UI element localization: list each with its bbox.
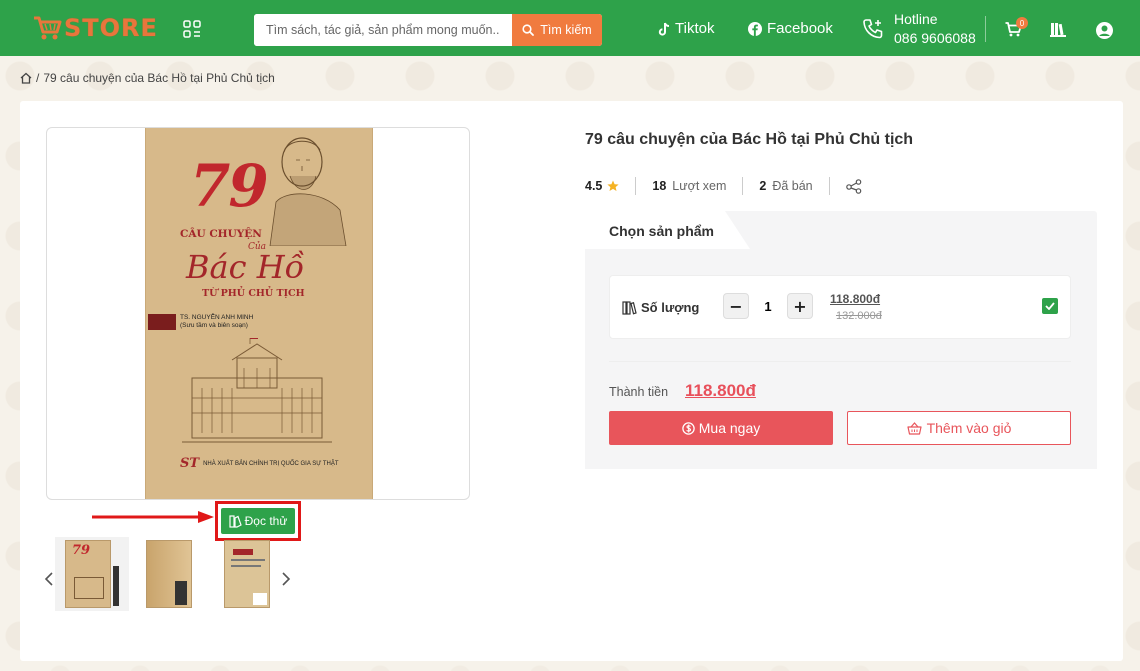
cover-author-name: TS. NGUYỄN ANH MINH <box>180 314 254 321</box>
search-icon <box>522 24 535 36</box>
basket-icon <box>906 421 922 435</box>
rating-value: 4.5 <box>585 179 603 193</box>
book-cover: 79 CÂU CHUYỆN Của Bác Hồ TỪ PHỦ CHỦ TỊCH… <box>145 128 373 499</box>
cover-line1: CÂU CHUYỆN <box>180 228 262 240</box>
chevron-right-icon[interactable] <box>281 571 291 587</box>
cart-count-badge: 0 <box>1016 17 1028 29</box>
read-try-highlight: Đọc thử <box>215 501 301 541</box>
book-open-icon <box>229 514 242 528</box>
add-to-cart-label: Thêm vào giỏ <box>926 420 1012 436</box>
search-input[interactable] <box>254 14 512 46</box>
presidential-palace-illustration <box>182 338 332 443</box>
top-header: STORE Tìm kiếm Tiktok Facebook <box>0 0 1140 56</box>
search-button[interactable]: Tìm kiếm <box>512 14 602 46</box>
account-button[interactable] <box>1096 22 1113 44</box>
cover-publisher: ST NHÀ XUẤT BẢN CHÍNH TRỊ QUỐC GIA SỰ TH… <box>180 456 339 471</box>
hotline[interactable]: Hotline 086 9606088 <box>862 10 976 48</box>
breadcrumb-separator: / <box>36 71 40 85</box>
store-logo[interactable]: STORE <box>32 12 158 44</box>
annotation-arrow <box>92 511 214 523</box>
sold-count: 2 <box>759 179 767 193</box>
tiktok-link[interactable]: Tiktok <box>658 20 714 37</box>
sold-label: Đã bán <box>772 179 813 193</box>
cover-line3: Bác Hồ <box>186 248 305 286</box>
select-checkbox[interactable] <box>1042 298 1058 314</box>
views-label: Lượt xem <box>672 179 727 193</box>
search-button-label: Tìm kiếm <box>540 23 592 37</box>
user-icon <box>1096 22 1113 39</box>
logo-text: STORE <box>64 14 158 42</box>
read-try-label: Đọc thử <box>244 514 288 528</box>
publisher-mark: ST <box>180 456 200 471</box>
main-product-image[interactable]: 79 CÂU CHUYỆN Của Bác Hồ TỪ PHỦ CHỦ TỊCH… <box>46 127 470 500</box>
star-icon <box>607 180 619 191</box>
tiktok-icon <box>658 22 670 36</box>
dollar-circle-icon <box>682 421 695 435</box>
cover-author: TS. NGUYỄN ANH MINH (Sưu tầm và biên soạ… <box>180 314 253 330</box>
views-count: 18 <box>652 179 667 193</box>
hotline-number: 086 9606088 <box>894 30 976 46</box>
breadcrumb-current: 79 câu chuyện của Bác Hồ tại Phủ Chủ tịc… <box>43 71 275 85</box>
phone-add-icon <box>863 19 883 39</box>
cover-author-bar <box>148 314 176 330</box>
quantity-input[interactable] <box>749 293 787 319</box>
cover-author-note: (Sưu tầm và biên soạn) <box>180 322 248 329</box>
meta-divider <box>635 177 637 195</box>
bookshelf-button[interactable] <box>1050 22 1066 42</box>
thumbnail-side-view[interactable] <box>132 537 206 611</box>
books-icon <box>622 300 637 315</box>
product-card: 79 CÂU CHUYỆN Của Bác Hồ TỪ PHỦ CHỦ TỊCH… <box>20 101 1123 661</box>
tiktok-label: Tiktok <box>675 20 715 37</box>
thumbnail-back-cover[interactable] <box>210 537 284 611</box>
check-icon <box>1045 302 1055 310</box>
hotline-label: Hotline <box>894 11 938 27</box>
unit-price: 118.800đ <box>830 292 881 306</box>
quantity-decrease-button[interactable]: − <box>723 293 749 319</box>
share-icon[interactable] <box>845 178 862 194</box>
quantity-increase-button[interactable]: + <box>787 293 813 319</box>
original-price: 132.000đ <box>836 310 882 322</box>
product-select-panel: Chọn sản phẩm Số lượng − + 118.800đ 132.… <box>585 211 1097 469</box>
total-label: Thành tiền <box>609 385 669 399</box>
facebook-icon <box>748 21 762 36</box>
read-try-button[interactable]: Đọc thử <box>221 508 295 534</box>
select-product-tab-label: Chọn sản phẩm <box>609 223 715 239</box>
meta-divider <box>742 177 744 195</box>
buy-now-button[interactable]: Mua ngay <box>609 411 833 445</box>
home-icon[interactable] <box>20 72 32 84</box>
publisher-name: NHÀ XUẤT BẢN CHÍNH TRỊ QUỐC GIA SỰ THẬT <box>203 460 339 467</box>
thumbnail-front-cover[interactable]: 79 <box>55 537 129 611</box>
add-to-cart-button[interactable]: Thêm vào giỏ <box>847 411 1071 445</box>
buy-now-label: Mua ngay <box>698 420 761 436</box>
header-divider <box>985 16 986 42</box>
product-meta: 4.5 18 Lượt xem 2 Đã bán <box>585 177 862 195</box>
product-title: 79 câu chuyện của Bác Hồ tại Phủ Chủ tịc… <box>585 131 914 148</box>
total-value: 118.800đ <box>685 381 756 400</box>
cover-number: 79 <box>190 152 269 220</box>
bookshelf-icon <box>1050 23 1066 37</box>
portrait-illustration <box>269 137 347 246</box>
quantity-label: Số lượng <box>641 300 700 315</box>
cart-logo-icon <box>34 16 62 40</box>
quantity-row: Số lượng − + 118.800đ 132.000đ <box>609 275 1071 339</box>
chevron-left-icon[interactable] <box>44 571 54 587</box>
meta-divider <box>828 177 830 195</box>
category-menu-icon[interactable] <box>183 20 201 38</box>
quantity-label-group: Số lượng <box>622 300 699 315</box>
cover-line4: TỪ PHỦ CHỦ TỊCH <box>202 288 305 299</box>
cart-button[interactable]: 0 <box>1005 17 1028 42</box>
breadcrumb: / 79 câu chuyện của Bác Hồ tại Phủ Chủ t… <box>20 71 275 85</box>
panel-divider <box>609 361 1071 362</box>
search-box: Tìm kiếm <box>254 14 602 46</box>
facebook-link[interactable]: Facebook <box>748 20 833 37</box>
facebook-label: Facebook <box>767 20 833 37</box>
